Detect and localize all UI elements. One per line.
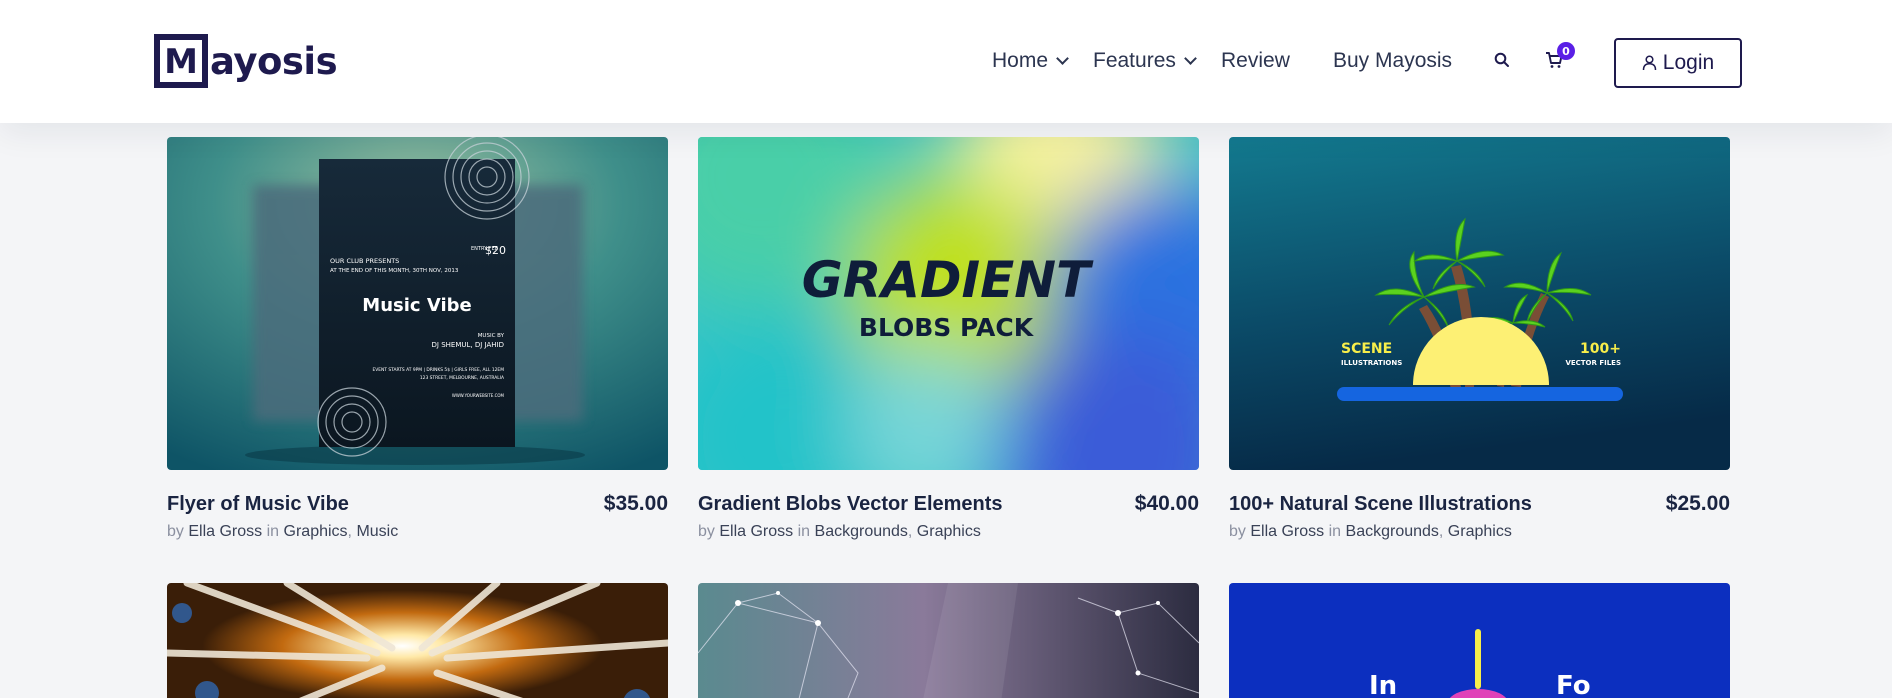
search-icon[interactable] [1494, 52, 1510, 68]
poster-headline: Music Vibe [362, 295, 471, 316]
product-price: $35.00 [603, 492, 668, 515]
logo-wordmark: ayosis [210, 39, 338, 83]
nav-features-label: Features [1093, 49, 1176, 72]
product-title[interactable]: 100+ Natural Scene Illustrations [1229, 493, 1532, 516]
product-thumbnail[interactable] [167, 583, 668, 698]
product-meta: by Ella Gross in Backgrounds, Graphics [698, 523, 981, 540]
product-thumbnail[interactable]: GRADIENT BLOBS PACK [698, 137, 1199, 470]
product-meta: by Ella Gross in Graphics, Music [167, 523, 399, 540]
site-header: M ayosis Home Features Review Buy Mayosi… [0, 0, 1892, 123]
chevron-down-icon [1184, 51, 1197, 65]
product-thumbnail[interactable]: In Fo [1229, 583, 1730, 698]
login-label: Login [1662, 51, 1715, 74]
poster-music-by: MUSIC BY [478, 333, 505, 339]
product-price: $25.00 [1665, 492, 1730, 515]
product-thumbnail[interactable]: SCENE ILLUSTRATIONS 100+ VECTOR FILES [1229, 137, 1730, 470]
art-left: In [1369, 671, 1397, 698]
logo-mark: M [154, 34, 208, 88]
poster-address: 123 STREET, MELBOURNE, AUSTRALIA [420, 375, 504, 381]
poster-club: OUR CLUB PRESENTS [330, 257, 399, 265]
art-right-big: 100+ [1580, 341, 1621, 357]
author-link[interactable]: Ella Gross [719, 523, 793, 540]
nav-review[interactable]: Review [1221, 49, 1290, 73]
author-link[interactable]: Ella Gross [188, 523, 262, 540]
poster-djs: DJ SHEMUL, DJ JAHID [432, 341, 504, 349]
site-logo[interactable]: M ayosis [154, 34, 338, 88]
chevron-down-icon [1056, 51, 1069, 65]
category-link[interactable]: Graphics [1448, 523, 1512, 540]
category-link[interactable]: Backgrounds [815, 523, 908, 540]
poster-fee: $20 [485, 244, 506, 257]
nav-home[interactable]: Home [992, 49, 1069, 73]
product-title[interactable]: Gradient Blobs Vector Elements [698, 493, 1003, 516]
category-link[interactable]: Music [356, 523, 398, 540]
nav-home-label: Home [992, 49, 1049, 72]
product-meta: by Ella Gross in Backgrounds, Graphics [1229, 523, 1512, 540]
login-button[interactable]: Login [1614, 38, 1742, 88]
category-link[interactable]: Graphics [917, 523, 981, 540]
user-icon [1642, 55, 1657, 71]
art-sub: BLOBS PACK [859, 313, 1035, 342]
nav-review-label: Review [1221, 49, 1290, 72]
product-price: $40.00 [1134, 492, 1199, 515]
poster-site: WWW.YOURWEBSITE.COM [452, 393, 505, 398]
nav-buy-label: Buy Mayosis [1333, 49, 1453, 72]
nav-features[interactable]: Features [1093, 49, 1197, 73]
art-right: Fo [1556, 671, 1591, 698]
category-link[interactable]: Backgrounds [1346, 523, 1439, 540]
art-headline: GRADIENT [802, 251, 1094, 309]
art-right-small: VECTOR FILES [1565, 359, 1621, 367]
art-left-small: ILLUSTRATIONS [1341, 359, 1402, 367]
category-link[interactable]: Graphics [284, 523, 348, 540]
product-thumbnail[interactable] [698, 583, 1199, 698]
author-link[interactable]: Ella Gross [1250, 523, 1324, 540]
cart-count-badge: 0 [1557, 42, 1575, 60]
product-title[interactable]: Flyer of Music Vibe [167, 493, 349, 516]
art-left-big: SCENE [1341, 341, 1392, 357]
poster-event: EVENT STARTS AT 9PM | DRINKS 5$ | GIRLS … [372, 367, 504, 373]
poster-date: AT THE END OF THIS MONTH, 30TH NOV, 2013 [330, 268, 459, 274]
nav-buy-mayosis[interactable]: Buy Mayosis [1333, 49, 1452, 73]
product-thumbnail[interactable]: OUR CLUB PRESENTS AT THE END OF THIS MON… [167, 137, 668, 470]
